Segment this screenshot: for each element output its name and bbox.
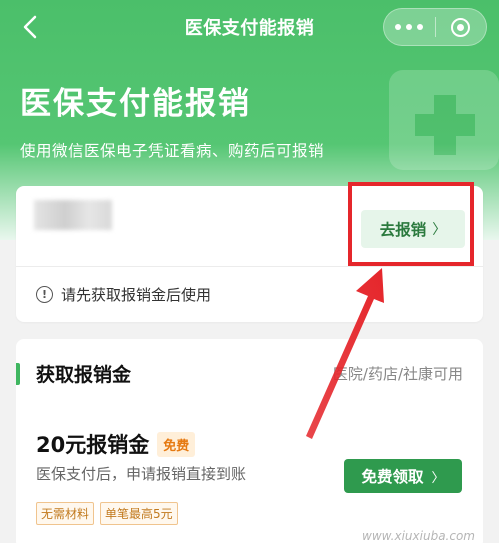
section-accent-bar — [16, 363, 20, 385]
reimburse-description: 医保支付后，申请报销直接到账 — [36, 465, 247, 483]
watermark: www.xiuxiuba.com — [362, 529, 475, 543]
navigation-bar: 医保支付能报销 — [0, 0, 499, 54]
section-title: 获取报销金 — [36, 364, 132, 386]
feature-chips: 无需材料 单笔最高5元 — [36, 502, 178, 525]
notice-row: ! 请先获取报销金后使用 — [36, 284, 211, 305]
chip-max-amount: 单笔最高5元 — [100, 502, 178, 525]
divider — [16, 266, 483, 267]
close-mini-program-button[interactable] — [436, 9, 487, 45]
mini-program-close-icon — [451, 17, 471, 37]
blurred-user-name — [34, 200, 112, 230]
account-card: 去报销 〉 ! 请先获取报销金后使用 — [16, 186, 483, 322]
more-dots-icon — [395, 24, 424, 30]
free-badge: 免费 — [157, 431, 196, 457]
back-icon[interactable] — [16, 10, 46, 44]
notice-text: 请先获取报销金后使用 — [61, 286, 212, 304]
section-scope: 医院/药店/社康可用 — [332, 365, 463, 383]
page-title: 医保支付能报销 — [20, 86, 251, 122]
more-button[interactable] — [384, 9, 435, 45]
reimburse-amount: 20元报销金 — [36, 433, 150, 457]
go-reimburse-button[interactable]: 去报销 〉 — [361, 210, 465, 248]
chevron-right-icon: 〉 — [431, 470, 445, 486]
mini-program-capsule — [383, 8, 487, 46]
go-reimburse-label: 去报销 — [379, 221, 427, 239]
reimbursement-card: 获取报销金 医院/药店/社康可用 20元报销金 免费 医保支付后，申请报销直接到… — [16, 339, 483, 543]
medical-decoration-icon — [389, 70, 499, 170]
reimburse-amount-row: 20元报销金 免费 — [36, 429, 196, 459]
free-claim-label: 免费领取 — [361, 468, 424, 486]
page-subtitle: 使用微信医保电子凭证看病、购药后可报销 — [20, 142, 325, 160]
chevron-right-icon: 〉 — [432, 222, 447, 238]
chip-no-materials: 无需材料 — [36, 502, 95, 525]
free-claim-button[interactable]: 免费领取 〉 — [344, 459, 462, 493]
nav-title: 医保支付能报销 — [184, 18, 315, 39]
info-icon: ! — [36, 286, 53, 303]
